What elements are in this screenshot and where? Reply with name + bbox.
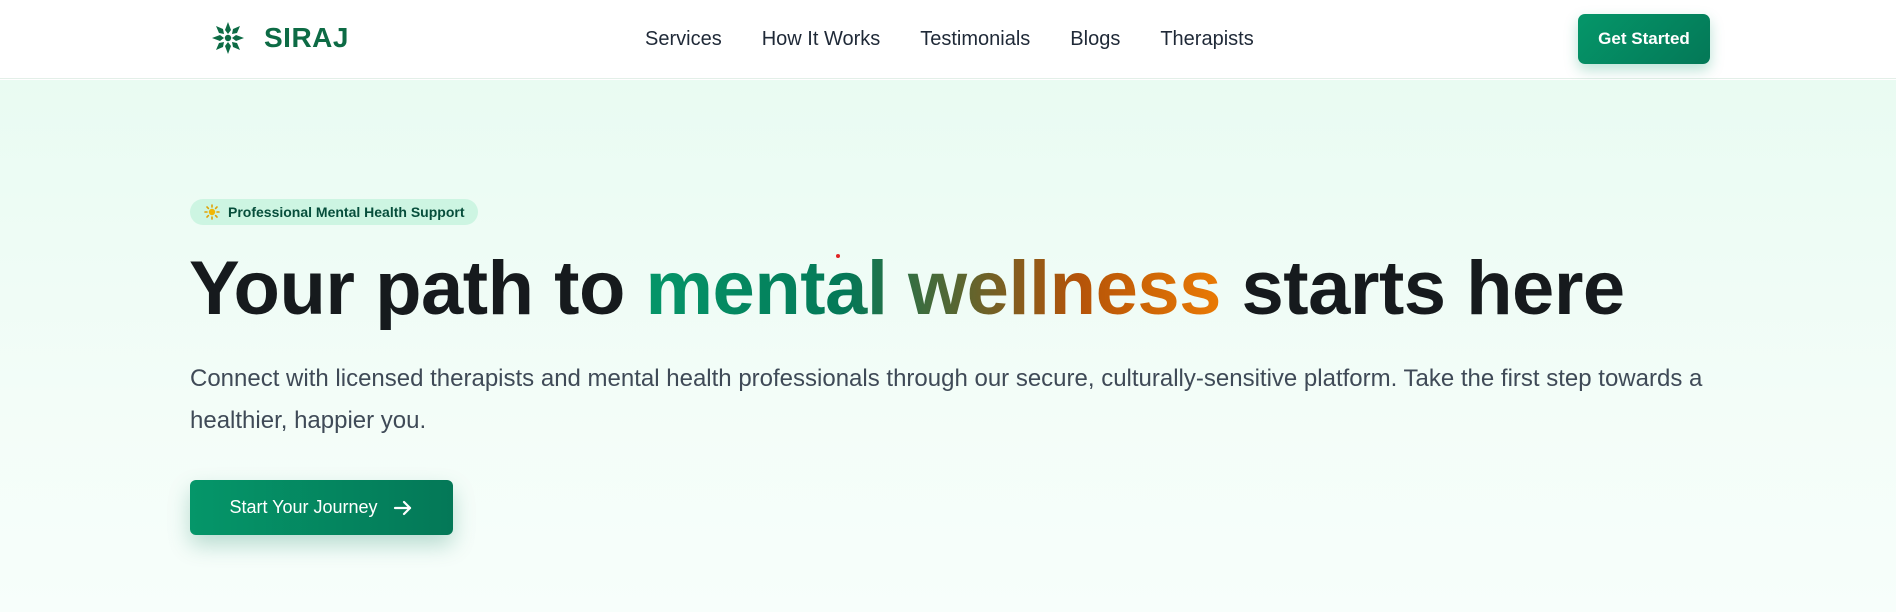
hero-headline: Your path to mental wellness starts here: [189, 247, 1625, 331]
sun-icon: [204, 204, 220, 220]
start-journey-label: Start Your Journey: [229, 497, 378, 517]
arrow-right-icon: [393, 500, 411, 515]
start-journey-button[interactable]: Start Your Journey: [190, 480, 453, 535]
get-started-button[interactable]: Get Started: [1578, 14, 1710, 64]
mouse-cursor-dot: [836, 254, 840, 258]
hero-badge-text: Professional Mental Health Support: [228, 204, 465, 220]
main-nav: Services How It Works Testimonials Blogs…: [645, 0, 1254, 79]
top-navbar: SIRAJ Services How It Works Testimonials…: [0, 0, 1896, 79]
brand-name: SIRAJ: [264, 22, 349, 53]
hero-badge: Professional Mental Health Support: [190, 199, 479, 225]
hero-section: Professional Mental Health Support Your …: [0, 80, 1896, 612]
nav-link-how-it-works[interactable]: How It Works: [762, 28, 881, 51]
brand-logo-link[interactable]: SIRAJ: [210, 20, 349, 56]
nav-link-testimonials[interactable]: Testimonials: [920, 28, 1030, 51]
nav-link-blogs[interactable]: Blogs: [1070, 28, 1120, 51]
star-flower-icon: [212, 22, 244, 54]
hero-description: Connect with licensed therapists and men…: [190, 365, 1703, 434]
headline-highlight: mental wellness: [645, 246, 1221, 331]
headline-part-after: starts here: [1220, 246, 1626, 331]
nav-link-therapists[interactable]: Therapists: [1160, 28, 1253, 51]
nav-link-services[interactable]: Services: [645, 28, 722, 51]
headline-part-before: Your path to: [189, 246, 646, 331]
